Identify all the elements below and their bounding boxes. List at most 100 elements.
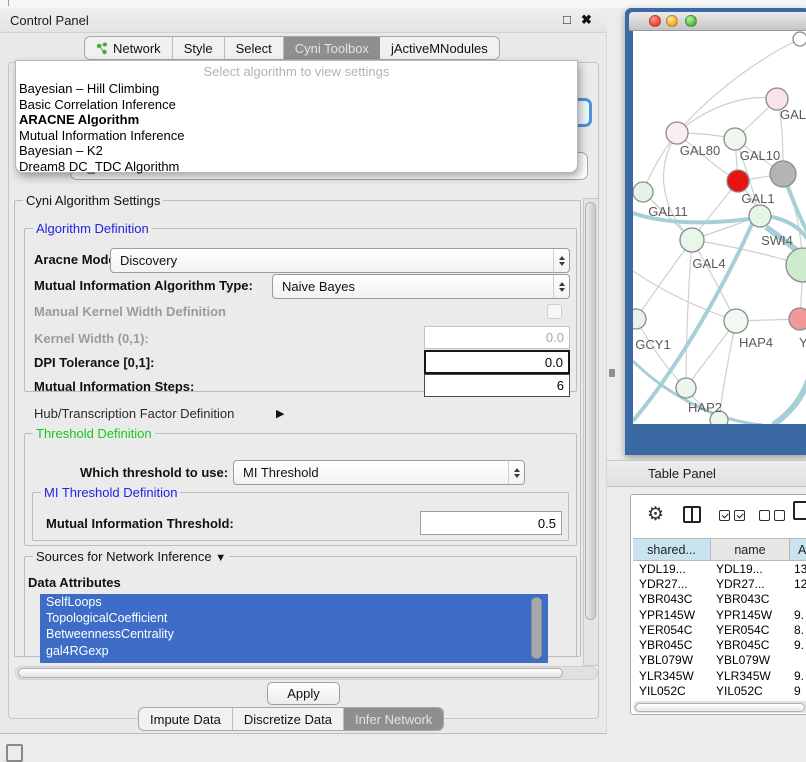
close-traffic-light[interactable] (649, 15, 661, 27)
cell-name: YBL079W (711, 653, 790, 667)
control-panel-window: Control Panel □ ✖ Network Style Select C… (0, 8, 607, 734)
node-gray[interactable] (770, 161, 796, 187)
dpi-tolerance-input[interactable]: 0.0 (424, 350, 570, 374)
menu-item-aracne[interactable]: ARACNE Algorithm (16, 112, 577, 128)
tab-discretize-data[interactable]: Discretize Data (233, 708, 344, 730)
table-row[interactable]: YBL079W YBL079W (633, 653, 806, 668)
network-window-titlebar (629, 12, 806, 31)
gear-icon[interactable]: ⚙ (647, 503, 664, 526)
sources-group-title: Sources for Network Inference ▼ (33, 549, 229, 564)
attribute-list-scrollbar[interactable] (531, 597, 542, 659)
unchecked-checkbox-icon[interactable] (774, 510, 785, 521)
checked-checkbox-icon[interactable] (719, 510, 730, 521)
svg-text:Y: Y (799, 335, 806, 350)
table-row[interactable]: YBR043C YBR043C (633, 592, 806, 607)
table-hscrollbar-thumb[interactable] (635, 703, 805, 712)
menu-item-basic-correlation[interactable]: Basic Correlation Inference (16, 97, 577, 113)
settings-hscrollbar-thumb[interactable] (18, 668, 563, 678)
aracne-mode-label: Aracne Mode: (34, 252, 120, 267)
expand-arrow-icon[interactable]: ▶ (276, 407, 284, 420)
menu-item-bayesian-k2[interactable]: Bayesian – K2 (16, 143, 577, 159)
minimize-traffic-light[interactable] (666, 15, 678, 27)
menu-item-dream8[interactable]: Dream8 DC_TDC Algorithm (16, 159, 577, 175)
svg-text:GAL: GAL (780, 107, 806, 122)
table-row[interactable]: YPR145W YPR145W 9. (633, 607, 806, 622)
aracne-mode-combobox[interactable]: Discovery (110, 248, 570, 273)
node-hap2[interactable] (676, 378, 696, 398)
unchecked-checkbox-icon[interactable] (759, 510, 770, 521)
cell-name: YER054C (711, 623, 790, 637)
node-gal11[interactable] (633, 182, 653, 202)
cell-shared-name: YBR045C (633, 638, 711, 652)
menu-item-bayesian-hill-climbing[interactable]: Bayesian – Hill Climbing (16, 81, 577, 97)
float-window-icon[interactable]: □ (563, 12, 571, 27)
column-header-shared-name[interactable]: shared... (633, 539, 711, 560)
node-salmon[interactable] (789, 308, 806, 330)
tab-impute-data[interactable]: Impute Data (139, 708, 233, 730)
top-strip (0, 0, 806, 8)
kernel-width-input[interactable]: 0.0 (424, 326, 570, 349)
svg-text:HAP2: HAP2 (688, 400, 722, 415)
table-row[interactable]: YDR27... YDR27... 12 (633, 576, 806, 591)
control-panel-tabbar: Network Style Select Cyni Toolbox jActiv… (84, 36, 500, 60)
svg-text:GAL80: GAL80 (680, 143, 720, 158)
attribute-list-item[interactable]: SelfLoops (40, 594, 548, 610)
node[interactable] (793, 32, 806, 46)
which-threshold-combobox[interactable]: MI Threshold (233, 460, 525, 485)
tab-network-label: Network (113, 41, 161, 56)
collapsed-panel-icon[interactable] (6, 744, 23, 762)
collapse-arrow-icon[interactable]: ▼ (215, 552, 226, 564)
cell-shared-name: YDL19... (633, 562, 711, 576)
node-gal10[interactable] (724, 128, 746, 150)
node-gal1-selected[interactable] (727, 170, 749, 192)
document-icon[interactable] (793, 501, 806, 520)
mi-threshold-input[interactable]: 0.5 (420, 511, 562, 535)
node-gal80[interactable] (666, 122, 688, 144)
close-icon[interactable]: ✖ (581, 12, 592, 28)
node-gcy1[interactable] (633, 309, 646, 329)
zoom-traffic-light[interactable] (685, 15, 697, 27)
cell-name: YDR27... (711, 577, 790, 591)
cell-name: YBR045C (711, 638, 790, 652)
manual-kernel-checkbox[interactable] (547, 304, 562, 319)
table-row[interactable]: YBR045C YBR045C 9. (633, 637, 806, 652)
apply-button[interactable]: Apply (267, 682, 340, 705)
checked-checkbox-icon[interactable] (734, 510, 745, 521)
tab-cyni-toolbox[interactable]: Cyni Toolbox (284, 37, 380, 59)
menu-item-mutual-information[interactable]: Mutual Information Inference (16, 128, 577, 144)
tab-style[interactable]: Style (173, 37, 225, 59)
tab-network[interactable]: Network (85, 37, 173, 59)
tab-jactivemnodules[interactable]: jActiveMNodules (380, 37, 499, 59)
column-header-name[interactable]: name (711, 539, 790, 560)
cell-value: 13 (790, 562, 806, 576)
split-columns-icon[interactable] (683, 506, 701, 523)
node-large-green[interactable] (786, 248, 806, 282)
column-header-clipped[interactable]: A (790, 539, 806, 560)
mi-type-combobox[interactable]: Naive Bayes (272, 274, 570, 299)
tab-select[interactable]: Select (225, 37, 284, 59)
attribute-list-item[interactable]: BetweennessCentrality (40, 626, 548, 642)
node-gal4[interactable] (680, 228, 704, 252)
data-attributes-label: Data Attributes (28, 575, 121, 590)
table-row[interactable]: YDL19... YDL19... 13 (633, 561, 806, 576)
manual-kernel-label: Manual Kernel Width Definition (34, 304, 226, 319)
hub-section-label: Hub/Transcription Factor Definition (34, 406, 234, 421)
network-canvas[interactable]: GAL GAL80 GAL10 GAL1 GAL11 SWI4 GAL4 GCY… (633, 31, 806, 424)
table-panel-bar: Table Panel (607, 460, 806, 487)
cell-value: 8. (790, 623, 806, 637)
node-hap4[interactable] (724, 309, 748, 333)
node-swi4[interactable] (749, 205, 771, 227)
node-labels: GAL GAL80 GAL10 GAL1 GAL11 SWI4 GAL4 GCY… (635, 107, 806, 415)
table-row[interactable]: YIL052C YIL052C 9 (633, 683, 806, 698)
panel-divider-handle[interactable] (609, 369, 615, 377)
attribute-list-item[interactable]: TopologicalCoefficient (40, 610, 548, 626)
cell-value: 9. (790, 608, 806, 622)
settings-vscrollbar-thumb[interactable] (585, 202, 596, 620)
mi-steps-input[interactable]: 6 (424, 374, 570, 397)
network-icon (96, 42, 109, 55)
attribute-list-item[interactable]: gal4RGexp (40, 643, 548, 659)
tab-infer-network[interactable]: Infer Network (344, 708, 443, 730)
screen: Control Panel □ ✖ Network Style Select C… (0, 0, 806, 762)
table-row[interactable]: YER054C YER054C 8. (633, 622, 806, 637)
table-row[interactable]: YLR345W YLR345W 9. (633, 668, 806, 683)
